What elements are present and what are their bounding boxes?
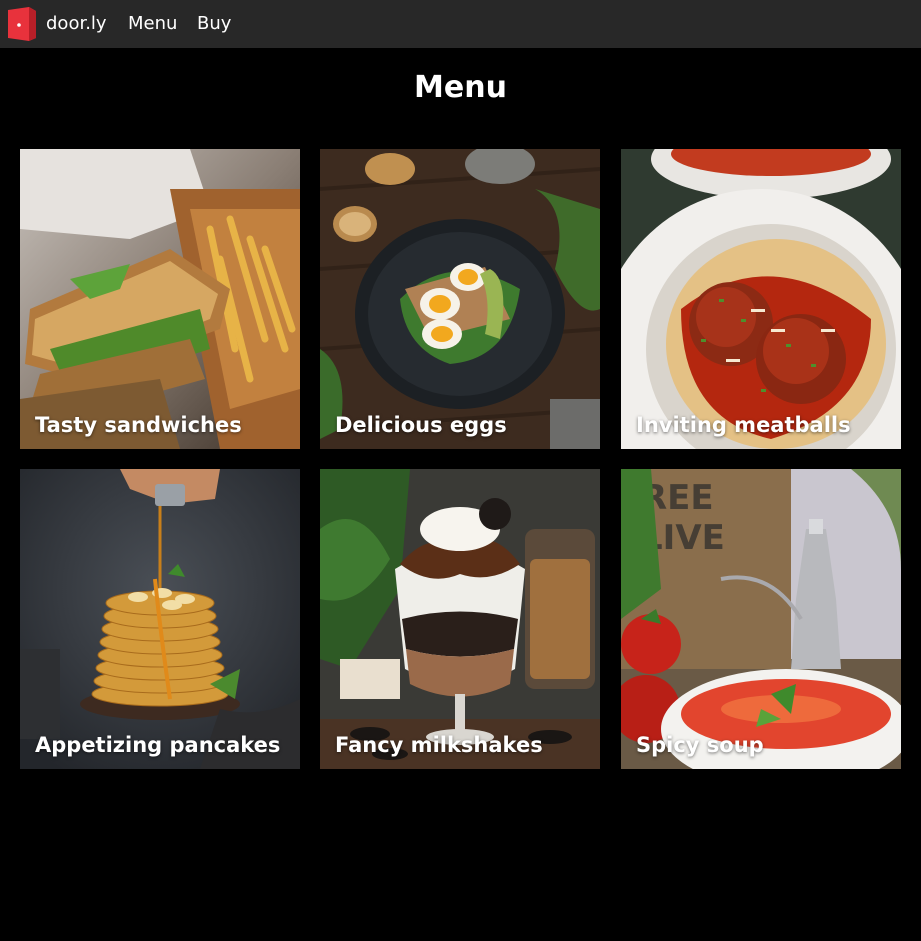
menu-card-meatballs[interactable]: Inviting meatballs: [621, 149, 901, 449]
menu-card-soup[interactable]: REE LIVE Spicy soup: [621, 469, 901, 769]
sandwich-and-fries-photo: [20, 149, 300, 449]
menu-card-eggs[interactable]: Delicious eggs: [320, 149, 600, 449]
chocolate-milkshake-photo: [320, 469, 600, 769]
nav-link-menu[interactable]: Menu: [128, 12, 177, 36]
card-label: Spicy soup: [636, 733, 764, 757]
card-label: Appetizing pancakes: [35, 733, 281, 757]
menu-card-sandwiches[interactable]: Tasty sandwiches: [20, 149, 300, 449]
brand-name[interactable]: door.ly: [46, 12, 107, 36]
menu-card-pancakes[interactable]: Appetizing pancakes: [20, 469, 300, 769]
card-label: Inviting meatballs: [636, 413, 851, 437]
boiled-eggs-on-plate-photo: [320, 149, 600, 449]
pancake-stack-photo: [20, 469, 300, 769]
spaghetti-meatballs-photo: [621, 149, 901, 449]
menu-card-milkshakes[interactable]: Fancy milkshakes: [320, 469, 600, 769]
page-title: Menu: [414, 70, 507, 105]
card-label: Tasty sandwiches: [35, 413, 242, 437]
nav-link-buy[interactable]: Buy: [197, 12, 231, 36]
top-navbar: door.ly Menu Buy: [0, 0, 921, 48]
door-logo-icon[interactable]: [5, 6, 39, 42]
tomato-soup-photo: REE LIVE: [621, 469, 901, 769]
card-label: Delicious eggs: [335, 413, 507, 437]
card-label: Fancy milkshakes: [335, 733, 543, 757]
